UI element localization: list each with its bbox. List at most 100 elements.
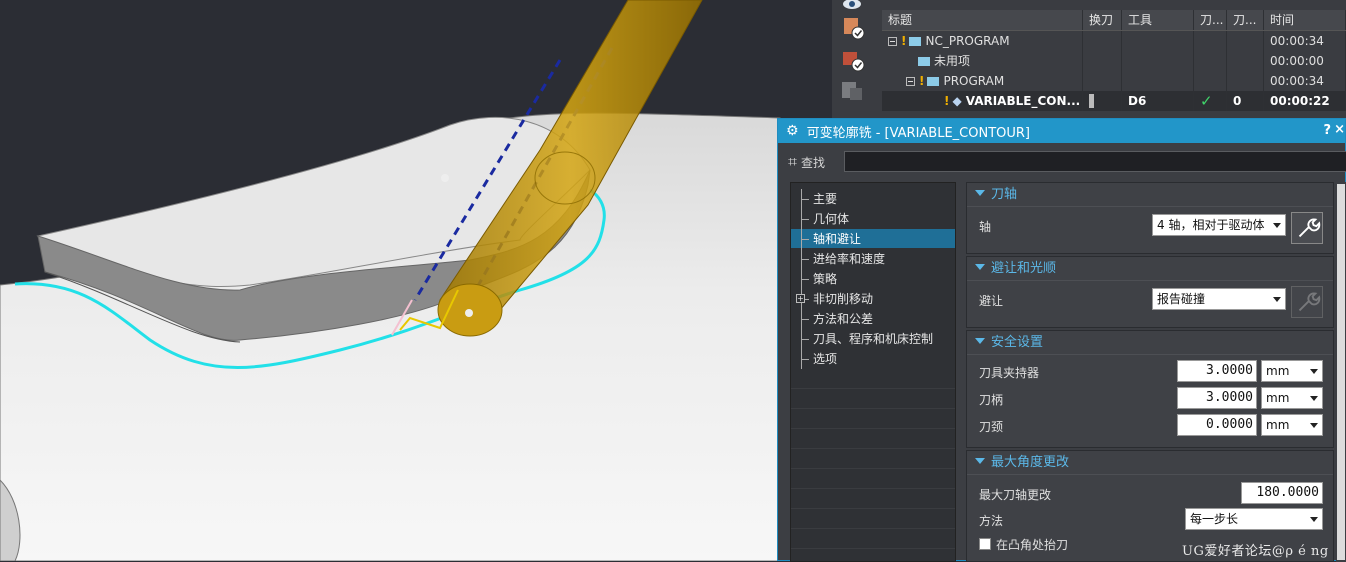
chevron-down-icon xyxy=(1273,297,1281,302)
close-button[interactable]: × xyxy=(1334,122,1345,137)
nav-item-main[interactable]: 主要 xyxy=(791,189,955,209)
group-header[interactable]: 最大角度更改 xyxy=(967,451,1333,475)
watermark-text: UG爱好者论坛@ρ é ng xyxy=(1182,544,1329,559)
avoid-value: 报告碰撞 xyxy=(1157,292,1206,306)
collapse-icon[interactable] xyxy=(888,37,897,46)
row-time: 00:00:34 xyxy=(1264,71,1346,91)
nav-empty-row xyxy=(791,389,955,409)
group-title: 避让和光顺 xyxy=(991,261,1057,276)
search-input[interactable] xyxy=(844,151,1346,172)
row-title: 未用项 xyxy=(934,54,971,68)
lift-at-corner-checkbox[interactable] xyxy=(979,538,991,550)
axis-select[interactable]: 4 轴，相对于驱动体 xyxy=(1152,214,1286,236)
binoculars-icon: ⌗ xyxy=(788,152,798,171)
nav-item-feeds-speeds[interactable]: 进给率和速度 xyxy=(791,249,955,269)
neck-input[interactable]: 0.0000 xyxy=(1177,414,1257,436)
group-title: 安全设置 xyxy=(991,335,1044,350)
nav-item-non-cutting[interactable]: + 非切削移动 xyxy=(791,289,955,309)
col-tool-number[interactable]: 刀... xyxy=(1227,10,1264,30)
collapse-triangle-icon[interactable] xyxy=(975,264,985,270)
nav-label: 进给率和速度 xyxy=(813,252,886,266)
chevron-down-icon xyxy=(1310,369,1318,374)
navigator-side-toolbar xyxy=(832,0,878,118)
warning-icon: ! xyxy=(919,74,925,88)
chevron-down-icon xyxy=(1310,517,1318,522)
holder-label: 刀具夹持器 xyxy=(979,366,1040,380)
tree-row-unused[interactable]: 未用项 00:00:00 xyxy=(882,51,1346,71)
chevron-down-icon xyxy=(1310,396,1318,401)
path-ok-icon: ✓ xyxy=(1194,91,1227,111)
chevron-down-icon xyxy=(1310,423,1318,428)
nav-item-geometry[interactable]: 几何体 xyxy=(791,209,955,229)
row-title: PROGRAM xyxy=(943,74,1005,88)
tree-row-nc-program[interactable]: ! NC_PROGRAM 00:00:34 xyxy=(882,31,1346,51)
nav-item-method-tolerance[interactable]: 方法和公差 xyxy=(791,309,955,329)
collapse-icon[interactable] xyxy=(906,77,915,86)
collapse-triangle-icon[interactable] xyxy=(975,190,985,196)
group-title: 刀轴 xyxy=(991,187,1018,202)
verify-toolpath-icon[interactable] xyxy=(838,14,866,40)
nav-empty-row xyxy=(791,449,955,469)
nav-item-tool-program-machine[interactable]: 刀具、程序和机床控制 xyxy=(791,329,955,349)
holder-input[interactable]: 3.0000 xyxy=(1177,360,1257,382)
avoid-label: 避让 xyxy=(979,294,1004,308)
postprocess-icon[interactable] xyxy=(838,78,866,104)
col-tool[interactable]: 工具 xyxy=(1122,10,1194,30)
warning-icon: ! xyxy=(901,34,907,48)
group-header[interactable]: 安全设置 xyxy=(967,331,1333,355)
wrench-icon[interactable] xyxy=(1291,286,1323,318)
group-avoidance: 避让和光顺 避让 报告碰撞 xyxy=(966,256,1334,328)
dialog-title-bar[interactable]: ⚙ 可变轮廓铣 - [VARIABLE_CONTOUR] ? × xyxy=(778,119,1345,143)
method-label: 方法 xyxy=(979,514,1004,528)
shank-input[interactable]: 3.0000 xyxy=(1177,387,1257,409)
scrollbar-thumb[interactable] xyxy=(1337,184,1345,560)
unit-value: mm xyxy=(1266,391,1290,405)
nav-empty-row xyxy=(791,429,955,449)
shank-unit-select[interactable]: mm xyxy=(1261,387,1323,409)
collapse-triangle-icon[interactable] xyxy=(975,458,985,464)
tree-row-program[interactable]: ! PROGRAM 00:00:34 xyxy=(882,71,1346,91)
nav-empty-row xyxy=(791,409,955,429)
nav-label: 选项 xyxy=(813,352,838,366)
nav-empty-row xyxy=(791,489,955,509)
neck-label: 刀颈 xyxy=(979,420,1004,434)
search-row: ⌗ 查找 xyxy=(778,147,1346,177)
machine-simulate-icon[interactable] xyxy=(838,46,866,72)
col-time[interactable]: 时间 xyxy=(1264,10,1346,30)
folder-icon xyxy=(918,57,930,66)
axis-label: 轴 xyxy=(979,220,992,234)
max-axis-change-input[interactable]: 180.0000 xyxy=(1241,482,1323,504)
col-path[interactable]: 刀... xyxy=(1194,10,1227,30)
group-header[interactable]: 刀轴 xyxy=(967,183,1333,207)
group-safety: 安全设置 刀具夹持器 3.0000 mm 刀柄 3.0000 mm 刀颈 0.0… xyxy=(966,330,1334,448)
operation-icon: ◆ xyxy=(952,94,962,108)
neck-unit-select[interactable]: mm xyxy=(1261,414,1323,436)
nav-label: 方法和公差 xyxy=(813,312,874,326)
collapse-triangle-icon[interactable] xyxy=(975,338,985,344)
dialog-scrollbar[interactable] xyxy=(1336,182,1346,562)
holder-unit-select[interactable]: mm xyxy=(1261,360,1323,382)
tool-icon xyxy=(1089,94,1094,108)
nav-item-options[interactable]: 选项 xyxy=(791,349,955,369)
group-header[interactable]: 避让和光顺 xyxy=(967,257,1333,281)
reference-point xyxy=(441,174,449,182)
tree-row-variable-contour[interactable]: ! ◆ VARIABLE_CON... D6 ✓ 0 00:00:22 xyxy=(882,91,1346,111)
dialog-nav-tree: 主要 几何体 轴和避让 进给率和速度 策略 + 非切削移动 方法和公差 刀具、程序… xyxy=(790,182,956,562)
col-tool-change[interactable]: 换刀 xyxy=(1083,10,1122,30)
gear-icon: ⚙ xyxy=(786,123,799,139)
axis-value: 4 轴，相对于驱动体 xyxy=(1157,218,1265,232)
avoid-select[interactable]: 报告碰撞 xyxy=(1152,288,1286,310)
group-title: 最大角度更改 xyxy=(991,455,1070,470)
nav-item-axis-avoidance[interactable]: 轴和避让 xyxy=(791,229,955,249)
search-label: 查找 xyxy=(801,155,826,170)
nav-label: 非切削移动 xyxy=(813,292,874,306)
method-select[interactable]: 每一步长 xyxy=(1185,508,1323,530)
help-button[interactable]: ? xyxy=(1323,123,1331,138)
expand-icon[interactable]: + xyxy=(796,294,805,303)
wrench-icon[interactable] xyxy=(1291,212,1323,244)
row-tool: D6 xyxy=(1122,91,1194,111)
col-title[interactable]: 标题 xyxy=(882,10,1083,30)
row-tool-number: 0 xyxy=(1227,91,1264,111)
row-title: VARIABLE_CON... xyxy=(965,94,1081,108)
nav-item-strategy[interactable]: 策略 xyxy=(791,269,955,289)
